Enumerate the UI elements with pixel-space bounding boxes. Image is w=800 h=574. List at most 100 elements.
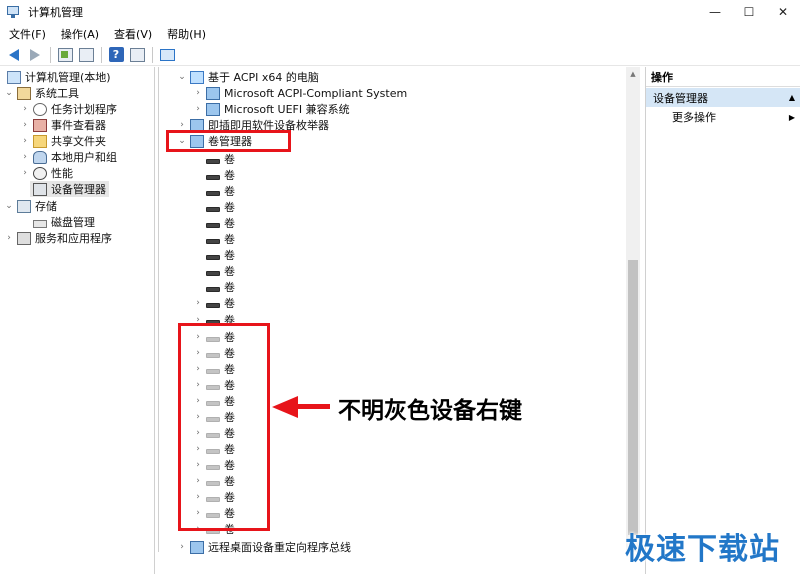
volume-item[interactable]: 卷	[203, 279, 235, 295]
drive-icon	[206, 223, 220, 228]
actions-device-manager[interactable]: 设备管理器 ▲	[646, 88, 800, 107]
window-title: 计算机管理	[28, 6, 83, 19]
computer-management-icon	[7, 70, 21, 84]
volume-label: 卷	[224, 201, 235, 214]
chevron-right-icon[interactable]: ›	[193, 298, 203, 308]
system-device-icon	[206, 86, 220, 100]
actions-header: 操作	[646, 67, 800, 87]
drive-icon	[206, 159, 220, 164]
title-bar: 计算机管理 — ☐ ✕	[0, 0, 800, 24]
more-actions-label: 更多操作	[672, 111, 716, 124]
volume-item[interactable]: › 卷	[193, 295, 235, 311]
chevron-right-icon[interactable]: ›	[4, 233, 14, 243]
tree-item-local-users[interactable]: › 本地用户和组	[20, 149, 117, 165]
device-node-acpi[interactable]: › Microsoft ACPI-Compliant System	[193, 85, 407, 101]
volume-label: 卷	[224, 217, 235, 230]
tree-item-label: 本地用户和组	[51, 151, 117, 164]
tree-item-shared-folders[interactable]: › 共享文件夹	[20, 133, 106, 149]
chevron-right-icon[interactable]: ›	[20, 168, 30, 178]
volume-item[interactable]: 卷	[203, 199, 235, 215]
chevron-down-icon[interactable]: ⌄	[4, 201, 14, 211]
show-hide-tree-button[interactable]	[76, 46, 96, 64]
chevron-right-icon[interactable]: ›	[177, 542, 187, 552]
drive-icon	[206, 239, 220, 244]
volume-label: 卷	[224, 233, 235, 246]
tree-item-task-scheduler[interactable]: › 任务计划程序	[20, 101, 117, 117]
device-manager-icon	[33, 182, 47, 196]
menu-help[interactable]: 帮助(H)	[158, 26, 212, 42]
chevron-right-icon[interactable]: ›	[20, 136, 30, 146]
annotation-arrow-shaft	[296, 404, 330, 409]
menu-file[interactable]: 文件(F)	[0, 26, 52, 42]
watermark-logo: 极速下载站	[625, 532, 780, 567]
tree-item-services[interactable]: › 服务和应用程序	[4, 230, 112, 246]
chevron-right-icon[interactable]: ›	[193, 88, 203, 98]
tree-item-label: 存储	[35, 200, 57, 213]
chevron-right-icon[interactable]: ›	[193, 104, 203, 114]
volume-item[interactable]: 卷	[203, 263, 235, 279]
tree-item-label: 共享文件夹	[51, 135, 106, 148]
tree-item-event-viewer[interactable]: › 事件查看器	[20, 117, 106, 133]
volume-item[interactable]: 卷	[203, 151, 235, 167]
device-node-uefi[interactable]: › Microsoft UEFI 兼容系统	[193, 101, 350, 117]
volume-item[interactable]: 卷	[203, 231, 235, 247]
shared-folders-icon	[33, 134, 47, 148]
chevron-down-icon[interactable]: ⌄	[177, 72, 187, 82]
tree-item-system-tools[interactable]: ⌄ 系统工具	[4, 85, 79, 101]
chevron-down-icon[interactable]: ⌄	[4, 88, 14, 98]
volume-label: 卷	[224, 153, 235, 166]
device-tree-scrollbar[interactable]: ▲	[626, 67, 640, 552]
device-node-computer[interactable]: ⌄ 基于 ACPI x64 的电脑	[177, 69, 319, 85]
chevron-right-icon[interactable]: ›	[177, 120, 187, 130]
properties-button[interactable]	[127, 46, 147, 64]
submenu-arrow-icon: ▶	[788, 112, 795, 122]
forward-button[interactable]	[25, 46, 45, 64]
forward-arrow-icon	[30, 48, 40, 61]
volume-item[interactable]: 卷	[203, 167, 235, 183]
drive-icon	[206, 287, 220, 292]
close-button[interactable]: ✕	[766, 0, 800, 24]
maximize-button[interactable]: ☐	[732, 0, 766, 24]
device-node-label: 基于 ACPI x64 的电脑	[208, 71, 319, 84]
tree-item-performance[interactable]: › 性能	[20, 165, 73, 181]
volume-label: 卷	[224, 297, 235, 310]
device-node-remote-desktop[interactable]: › 远程桌面设备重定向程序总线	[177, 539, 351, 555]
scroll-up-arrow-icon[interactable]: ▲	[626, 67, 640, 81]
chevron-right-icon[interactable]: ›	[20, 104, 30, 114]
volume-label: 卷	[224, 265, 235, 278]
menu-bar: 文件(F) 操作(A) 查看(V) 帮助(H)	[0, 24, 800, 44]
tree-item-label: 磁盘管理	[51, 216, 95, 229]
up-level-button[interactable]	[55, 46, 75, 64]
menu-action[interactable]: 操作(A)	[52, 26, 105, 42]
minimize-button[interactable]: —	[698, 0, 732, 24]
chevron-right-icon[interactable]: ›	[20, 152, 30, 162]
drive-icon	[206, 255, 220, 260]
menu-view[interactable]: 查看(V)	[105, 26, 158, 42]
tree-item-device-manager[interactable]: 设备管理器	[30, 181, 109, 197]
tree-item-storage[interactable]: ⌄ 存储	[4, 198, 57, 214]
volume-item[interactable]: 卷	[203, 215, 235, 231]
more-actions-item[interactable]: 更多操作 ▶	[672, 108, 797, 126]
disk-management-icon	[33, 219, 47, 228]
toolbar-separator	[101, 46, 102, 63]
volume-label: 卷	[224, 185, 235, 198]
drive-icon	[206, 175, 220, 180]
help-button[interactable]: ?	[106, 46, 126, 64]
scan-hardware-button[interactable]	[157, 46, 177, 64]
tree-item-disk-management[interactable]: 磁盘管理	[30, 214, 95, 230]
grey-devices-highlight	[178, 323, 270, 531]
collapse-up-icon[interactable]: ▲	[789, 93, 795, 102]
scroll-thumb[interactable]	[628, 260, 638, 535]
services-icon	[17, 231, 31, 245]
event-viewer-icon	[33, 118, 47, 132]
volume-label: 卷	[224, 249, 235, 262]
computer-icon	[190, 70, 204, 84]
back-button[interactable]	[4, 46, 24, 64]
volume-item[interactable]: 卷	[203, 183, 235, 199]
chevron-right-icon[interactable]: ›	[20, 120, 30, 130]
console-tree-icon	[78, 47, 94, 62]
tree-item-root[interactable]: 计算机管理(本地)	[4, 69, 111, 85]
drive-icon	[206, 207, 220, 212]
volume-item[interactable]: 卷	[203, 247, 235, 263]
drive-icon	[206, 303, 220, 308]
